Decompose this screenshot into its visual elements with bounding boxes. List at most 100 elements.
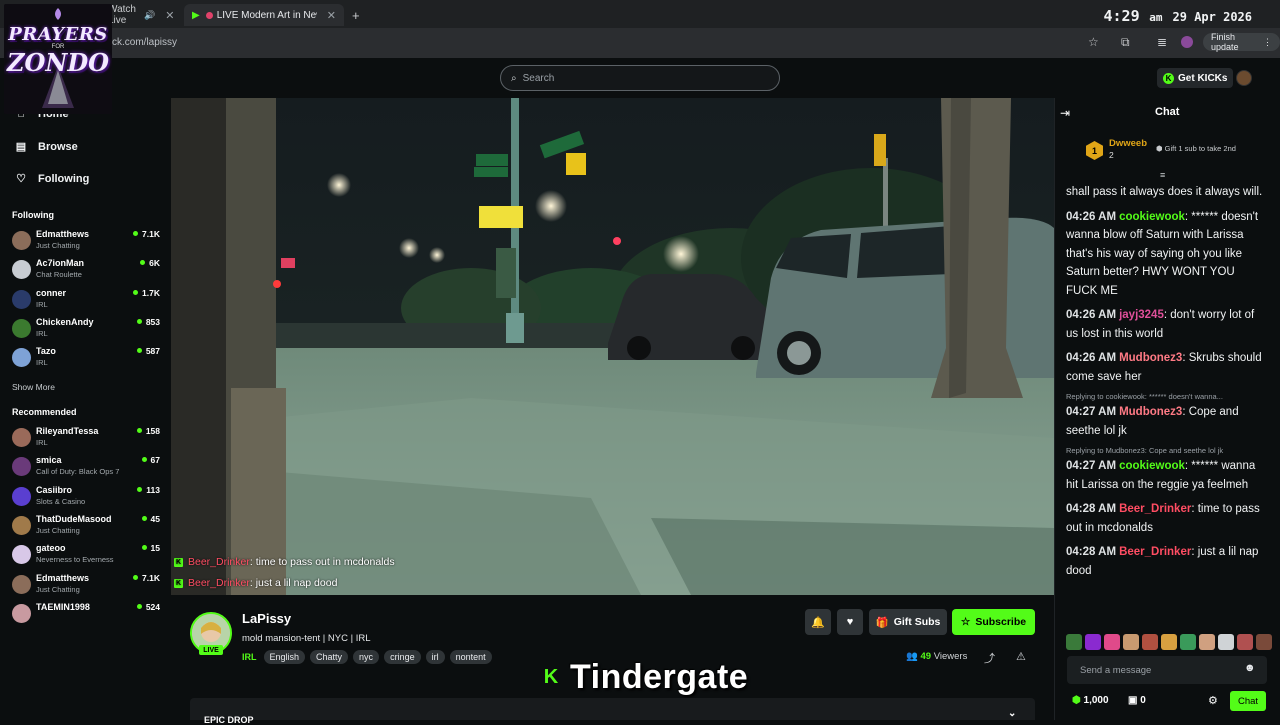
logo-text-prayers: PRAYERS [8, 24, 108, 45]
chat-username[interactable]: Beer_Drinker [1119, 546, 1191, 558]
sidebar-channel[interactable]: conner IRL 1.7K [12, 287, 162, 313]
chat-username[interactable]: cookiewook [1119, 211, 1185, 223]
search-icon: ⌕ [511, 72, 517, 84]
channel-name: gateoo [36, 543, 66, 554]
notification-bell-button[interactable]: 🔔 [805, 609, 831, 635]
emote-icon[interactable] [1218, 634, 1234, 650]
channel-avatar [12, 260, 31, 280]
share-icon[interactable]: ⤴ [984, 650, 995, 666]
nav-browse[interactable]: ▤ Browse [14, 140, 78, 154]
emote-icon[interactable] [1180, 634, 1196, 650]
emote-icon[interactable] [1123, 634, 1139, 650]
pin-expand-icon[interactable]: ≡ [1160, 170, 1165, 180]
emote-icon[interactable] [1199, 634, 1215, 650]
channel-category: IRL [36, 328, 48, 338]
sidebar-channel[interactable]: Edmatthews Just Chatting 7.1K [12, 228, 162, 254]
bookmark-star-icon[interactable]: ☆ [1088, 35, 1099, 49]
clock-date: 29 Apr 2026 [1172, 10, 1252, 24]
sidebar-channel[interactable]: Casiibro Slots & Casino 113 [12, 484, 162, 510]
nav-following[interactable]: ♡ Following [14, 172, 90, 186]
emote-icon[interactable] [1142, 634, 1158, 650]
browser-tab[interactable]: Watch Live 🔊 ✕ [100, 4, 182, 26]
chat-username[interactable]: Mudbonez3 [1119, 352, 1182, 364]
emote-icon[interactable] [1161, 634, 1177, 650]
channel-viewers: 1.7K [133, 288, 160, 298]
channel-viewers: 15 [142, 543, 160, 553]
gear-icon[interactable]: ⚙ [1208, 694, 1218, 707]
emote-icon[interactable] [1066, 634, 1082, 650]
sidebar-channel[interactable]: ThatDudeMasood Just Chatting 45 [12, 513, 162, 539]
play-icon: ▶ [192, 10, 200, 21]
sidebar-channel[interactable]: gateoo Neverness to Everness 15 [12, 542, 162, 568]
sidebar-channel[interactable]: smica Call of Duty: Black Ops 7 67 [12, 454, 162, 480]
chat-send-button[interactable]: Chat [1230, 691, 1266, 711]
follow-heart-button[interactable]: ♥ [837, 609, 863, 635]
report-icon[interactable]: ⚠ [1016, 650, 1026, 663]
browser-tab-active[interactable]: ▶ LIVE Modern Art in New Yo ✕ [184, 4, 344, 26]
overlay-message-text: : just a lil nap dood [249, 577, 338, 589]
stream-tag[interactable]: nontent [449, 650, 492, 664]
chat-username[interactable]: Mudbonez3 [1119, 406, 1182, 418]
recording-icon [205, 11, 213, 19]
close-tab-icon[interactable]: ✕ [327, 9, 336, 22]
gift-subs-button[interactable]: 🎁 Gift Subs [869, 609, 947, 635]
sidebar-channel[interactable]: RileyandTessa IRL 158 [12, 425, 162, 451]
gift-sub-prompt[interactable]: ⬢ Gift 1 sub to take 2nd [1156, 144, 1236, 153]
profile-icon[interactable] [1181, 36, 1193, 48]
stream-category-link[interactable]: IRL [242, 652, 257, 662]
sidebar-channel[interactable]: TAEMIN1998 524 [12, 601, 162, 627]
emote-icon[interactable] [1104, 634, 1120, 650]
following-section-title: Following [12, 210, 54, 220]
emote-icon[interactable] [1256, 634, 1272, 650]
channel-category: Just Chatting [36, 241, 80, 250]
stream-tag[interactable]: cringe [384, 650, 421, 664]
nav-following-label: Following [38, 172, 90, 185]
chat-messages: shall pass it always does it always will… [1066, 183, 1266, 623]
get-kicks-button[interactable]: K Get KICKs [1157, 68, 1234, 88]
collapse-chat-icon[interactable]: ⇥ [1060, 106, 1070, 120]
user-avatar[interactable] [1236, 70, 1252, 86]
emote-icon[interactable] [1237, 634, 1253, 650]
epic-drop-panel[interactable]: EPIC DROP ⌄ [190, 698, 1035, 725]
sidebar-channel[interactable]: Edmatthews Just Chatting 7.1K [12, 572, 162, 598]
channel-points[interactable]: ⬢ 1,000 [1072, 695, 1109, 706]
channel-viewers: 45 [142, 514, 160, 524]
chat-username[interactable]: Beer_Drinker [1119, 503, 1191, 515]
tab-search-icon[interactable]: ≣ [1157, 35, 1167, 49]
stream-tag[interactable]: irl [425, 650, 445, 664]
extensions-icon[interactable]: ⧉ [1121, 35, 1130, 50]
sidebar-channel[interactable]: ChickenAndy IRL 853 [12, 316, 162, 342]
kicks-coin-icon: K [1163, 72, 1174, 84]
chat-username[interactable]: jayj3245 [1119, 309, 1164, 321]
finish-update-button[interactable]: Finish update ⋮ [1203, 32, 1280, 52]
streamer-name[interactable]: LaPissy [242, 611, 291, 626]
stream-tag[interactable]: nyc [353, 650, 380, 664]
channel-name: RileyandTessa [36, 426, 99, 436]
chat-input[interactable]: Send a message [1067, 656, 1267, 684]
emote-icon[interactable] [1085, 634, 1101, 650]
channel-avatar [12, 289, 31, 309]
kicks-icon: ▣ [1128, 695, 1138, 706]
sidebar-channel[interactable]: Tazo IRL 587 [12, 345, 162, 371]
url-text[interactable]: ck.com/lapissy [112, 37, 177, 48]
channel-avatar [12, 231, 31, 250]
kick-badge-icon: K [174, 557, 183, 567]
gift-subs-label: Gift Subs [893, 616, 941, 628]
kicks-balance[interactable]: ▣ 0 [1128, 695, 1146, 706]
new-tab-button[interactable]: + [344, 4, 364, 26]
sidebar-channel[interactable]: Ac7ionMan Chat Roulette 6K [12, 257, 162, 283]
search-bar[interactable]: ⌕ Search [500, 65, 780, 91]
show-more-link[interactable]: Show More [12, 382, 55, 392]
emoji-picker-icon[interactable]: ☻ [1244, 662, 1256, 674]
chat-username[interactable]: cookiewook [1119, 460, 1185, 472]
chat-timestamp: 04:26 AM [1066, 309, 1117, 321]
channel-avatar [12, 318, 31, 338]
points-icon: ⬢ [1072, 695, 1081, 706]
leaderboard-user[interactable]: Dwweeb [1109, 138, 1147, 149]
video-player[interactable] [171, 98, 1054, 595]
subscribe-button[interactable]: ☆ Subscribe [952, 609, 1035, 635]
stream-tag[interactable]: English [263, 650, 306, 664]
chat-message: 04:27 AM cookiewook: ****** wanna hit Lar… [1066, 457, 1266, 494]
stream-tag[interactable]: Chatty [310, 650, 349, 664]
close-tab-icon[interactable]: ✕ [165, 9, 174, 22]
